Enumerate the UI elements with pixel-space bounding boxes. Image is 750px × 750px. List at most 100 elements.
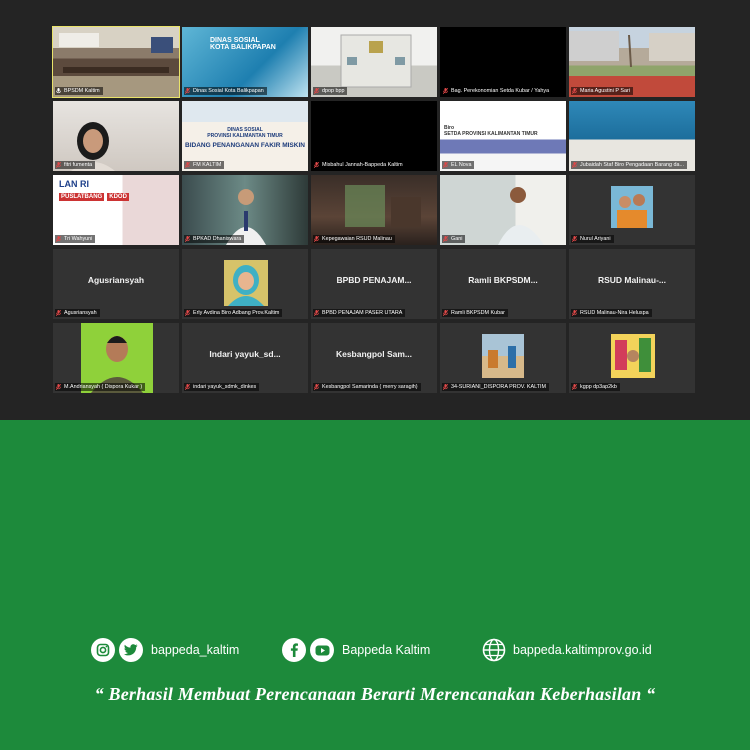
participant-tile[interactable]: BPKAD Dhaniswara <box>182 175 308 245</box>
participant-name: Nurul Ariyani <box>580 236 611 242</box>
participant-tile[interactable]: Gani <box>440 175 566 245</box>
participant-name-label: Agusriansyah <box>55 309 100 317</box>
muted-mic-icon <box>442 161 449 169</box>
youtube-icon[interactable] <box>310 638 334 662</box>
muted-mic-icon <box>442 383 449 391</box>
participant-tile[interactable]: kgpp dp3ap2kb <box>569 323 695 393</box>
participant-tile[interactable]: RSUD Malinau-... RSUD Malinau-Nira Helusp… <box>569 249 695 319</box>
facebook-page-name[interactable]: Bappeda Kaltim <box>342 643 430 657</box>
participant-tile[interactable]: Maria Agustini P Sari <box>569 27 695 97</box>
participant-name-label: BPBD PENAJAM PASER UTARA <box>313 309 406 317</box>
participant-name-label: FM KALTIM <box>184 161 225 169</box>
participant-name-label: kgpp dp3ap2kb <box>571 383 620 391</box>
twitter-icon[interactable] <box>119 638 143 662</box>
overlay-line: KOTA BALIKPAPAN <box>210 44 276 51</box>
participant-name: BPKAD Dhaniswara <box>193 236 242 242</box>
participant-name-label: Kepegawaian RSUD Malinau <box>313 235 395 243</box>
profile-picture <box>224 260 268 306</box>
muted-mic-icon <box>442 309 449 317</box>
muted-mic-icon <box>55 383 62 391</box>
instagram-handle[interactable]: bappeda_kaltim <box>151 643 239 657</box>
muted-mic-icon <box>571 383 578 391</box>
participant-name-label: EL Nova <box>442 161 475 169</box>
muted-mic-icon <box>184 309 191 317</box>
muted-mic-icon <box>313 161 320 169</box>
overlay-line: DINAS SOSIAL <box>210 37 260 44</box>
participant-tile[interactable]: Misbahul Jannah-Bappeda Kaltim <box>311 101 437 171</box>
participant-tile[interactable]: Agusriansyah Agusriansyah <box>53 249 179 319</box>
social-group-facebook-youtube: Bappeda Kaltim <box>282 637 430 663</box>
facebook-icon[interactable] <box>282 638 306 662</box>
participant-name-label: Ramli BKPSDM Kubar <box>442 309 508 317</box>
participant-name: Erly Avdina Biro Adbang Prov.Kaltim <box>193 310 280 316</box>
video-overlay-text: DINAS SOSIAL PROVINSI KALIMANTAN TIMUR BID… <box>182 127 308 149</box>
participant-name-label: Tri Wahyuni <box>55 235 96 243</box>
participant-tile[interactable]: M.Andriansyah ( Dispora Kukar ) <box>53 323 179 393</box>
participant-tile[interactable]: Bag. Perekonomian Setda Kubar / Yahya <box>440 27 566 97</box>
participant-name: fitri fumenta <box>64 162 93 168</box>
participant-name-label: fitri fumenta <box>55 161 96 169</box>
participant-tile[interactable]: Jubaidah Staf Biro Pengadaan Barang da..… <box>569 101 695 171</box>
participant-name: M.Andriansyah ( Dispora Kukar ) <box>64 384 143 390</box>
participant-display-name: Indari yayuk_sd... <box>209 349 281 359</box>
participant-tile[interactable]: Kesbangpol Sam... Kesbangpol Samarinda ( … <box>311 323 437 393</box>
participant-name-label: indari yayuk_sdmk_dinkes <box>184 383 260 391</box>
participant-tile[interactable]: Nurul Ariyani <box>569 175 695 245</box>
participant-tile[interactable]: Biro SETDA PROVINSI KALIMANTAN TIMUR EL No… <box>440 101 566 171</box>
instagram-icon[interactable] <box>91 638 115 662</box>
participant-name: Maria Agustini P Sari <box>580 88 630 94</box>
participant-tile[interactable]: Indari yayuk_sd...indari yayuk_sdmk_dink… <box>182 323 308 393</box>
participant-tile[interactable]: BPSDM Kaltim <box>52 26 180 98</box>
muted-mic-icon <box>55 161 62 169</box>
muted-mic-icon <box>313 235 320 243</box>
participant-tile[interactable]: DINAS SOSIAL KOTA BALIKPAPAN Dinas Sosial … <box>182 27 308 97</box>
muted-mic-icon <box>442 235 449 243</box>
participant-display-name: RSUD Malinau-... <box>597 275 666 285</box>
video-overlay-text: Biro SETDA PROVINSI KALIMANTAN TIMUR <box>444 125 566 137</box>
participant-name: Jubaidah Staf Biro Pengadaan Barang da..… <box>580 162 684 168</box>
participant-tile[interactable]: BPBD PENAJAM... BPBD PENAJAM PASER UTARA <box>311 249 437 319</box>
participant-tile[interactable]: dpop bpp <box>311 27 437 97</box>
participant-tile[interactable]: 34-SURIANI_DISPORA PROV. KALTIM <box>440 323 566 393</box>
participant-tile[interactable]: Erly Avdina Biro Adbang Prov.Kaltim <box>182 249 308 319</box>
profile-picture <box>611 186 653 228</box>
participant-name: 34-SURIANI_DISPORA PROV. KALTIM <box>451 384 546 390</box>
participant-display-name: Ramli BKPSDM... <box>468 275 538 285</box>
participant-name-label: Kesbangpol Samarinda ( merry saragih) <box>313 383 421 391</box>
participant-name: BPBD PENAJAM PASER UTARA <box>322 310 403 316</box>
participant-tile[interactable]: Ramli BKPSDM... Ramli BKPSDM Kubar <box>440 249 566 319</box>
participant-name: Dinas Sosial Kota Balikpapan <box>193 88 264 94</box>
participant-tile[interactable]: fitri fumenta <box>53 101 179 171</box>
participant-name: FM KALTIM <box>193 162 222 168</box>
muted-mic-icon <box>313 383 320 391</box>
muted-mic-icon <box>55 235 62 243</box>
participant-name-label: Nurul Ariyani <box>571 235 614 243</box>
video-overlay-text: LAN RI PUSLATBANG KDOD <box>59 179 179 201</box>
participant-name: dpop bpp <box>322 88 345 94</box>
website-link[interactable]: bappeda.kaltimprov.go.id <box>513 643 652 657</box>
participant-name: Kepegawaian RSUD Malinau <box>322 236 392 242</box>
overlay-line: LAN RI <box>59 179 89 189</box>
muted-mic-icon <box>184 383 191 391</box>
participant-name: BPSDM Kaltim <box>64 88 100 94</box>
participant-name-label: Erly Avdina Biro Adbang Prov.Kaltim <box>184 309 283 317</box>
participant-name: EL Nova <box>451 162 472 168</box>
overlay-line: PROVINSI KALIMANTAN TIMUR <box>207 133 283 139</box>
profile-picture <box>482 334 524 378</box>
participant-name-label: dpop bpp <box>313 87 348 95</box>
social-group-website: bappeda.kaltimprov.go.id <box>482 637 652 663</box>
participant-tile[interactable]: LAN RI PUSLATBANG KDOD Tri Wahyuni <box>53 175 179 245</box>
participant-display-name: Kesbangpol Sam... <box>335 349 413 359</box>
participant-tile[interactable]: Kepegawaian RSUD Malinau <box>311 175 437 245</box>
participant-tile[interactable]: DINAS SOSIAL PROVINSI KALIMANTAN TIMUR BID… <box>182 101 308 171</box>
participant-display-name: BPBD PENAJAM... <box>336 275 412 285</box>
muted-mic-icon <box>313 309 320 317</box>
participant-display-name: Agusriansyah <box>87 275 145 285</box>
muted-mic-icon <box>55 309 62 317</box>
participant-name: indari yayuk_sdmk_dinkes <box>193 384 257 390</box>
overlay-line: PUSLATBANG <box>59 193 105 201</box>
meeting-window: BPSDM Kaltim DINAS SOSIAL KOTA BALIKPAPAN D… <box>0 0 750 420</box>
participant-name-label: Gani <box>442 235 466 243</box>
participant-grid: BPSDM Kaltim DINAS SOSIAL KOTA BALIKPAPAN D… <box>52 26 695 393</box>
overlay-line: BIDANG PENANGANAN FAKIR MISKIN <box>185 142 305 149</box>
